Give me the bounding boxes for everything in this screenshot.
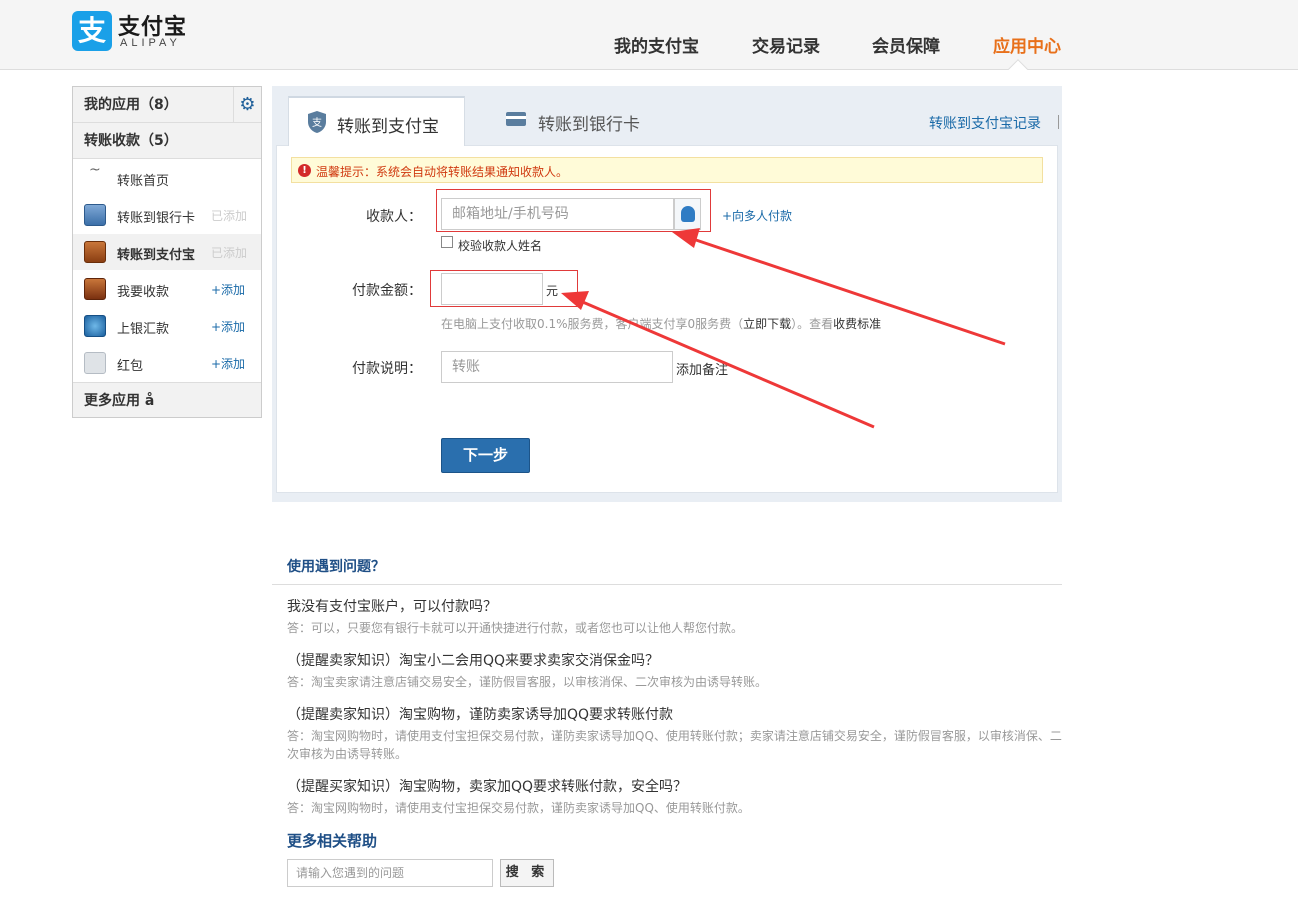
sidebar-item-to-bank[interactable]: 转账到银行卡 已添加 bbox=[73, 197, 261, 233]
tab-to-alipay-label[interactable]: 转账到支付宝 bbox=[337, 112, 439, 137]
divider bbox=[1058, 115, 1059, 129]
warning-icon: ! bbox=[298, 164, 311, 177]
divider bbox=[272, 584, 1062, 585]
add-link[interactable]: +添加 bbox=[211, 318, 245, 335]
bank-card-icon bbox=[84, 204, 106, 226]
annotation-box-payee bbox=[436, 189, 711, 232]
sidebar-item-label: 转账到银行卡 bbox=[117, 211, 196, 226]
shield-icon: 支 bbox=[308, 111, 326, 133]
sidebar-item-remittance[interactable]: 上银汇款 +添加 bbox=[73, 308, 261, 344]
payee-label: 收款人： bbox=[366, 209, 422, 225]
add-link[interactable]: +添加 bbox=[211, 281, 245, 298]
download-link[interactable]: 立即下载 bbox=[743, 317, 791, 331]
svg-text:支: 支 bbox=[312, 117, 322, 129]
sidebar-item-to-alipay[interactable]: 转账到支付宝 已添加 bbox=[73, 234, 261, 270]
nav-member-protection[interactable]: 会员保障 bbox=[872, 32, 940, 57]
note-label: 付款说明： bbox=[352, 361, 422, 377]
alipay-logo-icon[interactable]: 支 bbox=[72, 11, 112, 51]
faq-question[interactable]: （提醒买家知识）淘宝购物，卖家加QQ要求转账付款，安全吗？ bbox=[287, 776, 687, 796]
faq-question[interactable]: （提醒卖家知识）淘宝小二会用QQ来要求卖家交消保金吗？ bbox=[287, 650, 659, 670]
alipay-transfer-icon bbox=[84, 241, 106, 263]
header: 支 支付宝 ALIPAY 我的支付宝 交易记录 会员保障 应用中心 bbox=[0, 0, 1298, 79]
logo-text-en: ALIPAY bbox=[120, 37, 181, 49]
notice-banner: ! 温馨提示：系统会自动将转账结果通知收款人。 bbox=[291, 157, 1043, 183]
sidebar-item-label: 我要收款 bbox=[117, 285, 170, 300]
verify-name-checkbox[interactable] bbox=[441, 236, 453, 248]
multi-pay-link[interactable]: +向多人付款 bbox=[722, 207, 792, 224]
fee-standard-link[interactable]: 收费标准 bbox=[833, 317, 881, 331]
sidebar-my-apps[interactable]: 我的应用（8） ⚙ bbox=[73, 87, 261, 123]
sidebar: 我的应用（8） ⚙ 转账收款（5） ~ 转账首页 转账到银行卡 已添加 转账到支… bbox=[72, 86, 262, 418]
faq-question[interactable]: （提醒卖家知识）淘宝购物，谨防卖家诱导加QQ要求转账付款 bbox=[287, 704, 673, 724]
bank-card-icon bbox=[506, 112, 526, 126]
tab-to-bank[interactable]: 转账到银行卡 bbox=[538, 110, 640, 135]
nav-app-center[interactable]: 应用中心 bbox=[993, 32, 1061, 57]
receive-money-icon bbox=[84, 278, 106, 300]
more-help-link[interactable]: 更多相关帮助 bbox=[287, 830, 377, 851]
remittance-icon bbox=[84, 315, 106, 337]
fee-text-2: ）。查看 bbox=[791, 317, 834, 331]
tilde-icon: ~ bbox=[89, 162, 101, 178]
note-input[interactable]: 转账 bbox=[441, 351, 673, 383]
next-step-button[interactable]: 下一步 bbox=[441, 438, 530, 473]
nav-my-alipay[interactable]: 我的支付宝 bbox=[614, 32, 699, 57]
sidebar-item-label: 上银汇款 bbox=[117, 322, 170, 337]
nav-transactions[interactable]: 交易记录 bbox=[752, 32, 820, 57]
sidebar-my-apps-label: 我的应用（8） bbox=[84, 97, 178, 113]
annotation-box-amount bbox=[430, 270, 578, 307]
sidebar-transfer-group[interactable]: 转账收款（5） bbox=[73, 123, 261, 159]
faq-answer: 答：淘宝网购物时，请使用支付宝担保交易付款，谨防卖家诱导加QQ、使用转账付款。 bbox=[287, 801, 750, 815]
sidebar-item-red-envelope[interactable]: 红包 +添加 bbox=[73, 345, 261, 381]
faq-answer: 答：淘宝网购物时，请使用支付宝担保交易付款，谨防卖家诱导加QQ、使用转账付款；卖… bbox=[287, 729, 1062, 761]
nav-active-caret bbox=[1008, 59, 1028, 79]
verify-name-label[interactable]: 校验收款人姓名 bbox=[458, 237, 542, 254]
fee-text: 在电脑上支付收取0.1%服务费，客户端支付享0服务费（ bbox=[441, 317, 744, 331]
add-link[interactable]: +添加 bbox=[211, 355, 245, 372]
sidebar-item-label: 红包 bbox=[117, 359, 144, 374]
faq-answer: 答：可以，只要您有银行卡就可以开通快捷进行付款，或者您也可以让他人帮您付款。 bbox=[287, 621, 744, 635]
faq-answer: 答：淘宝卖家请注意店铺交易安全，谨防假冒客服，以审核消保、二次审核为由诱导转账。 bbox=[287, 675, 768, 689]
sidebar-item-label: 转账首页 bbox=[117, 174, 170, 189]
transfer-record-link[interactable]: 转账到支付宝记录 bbox=[929, 113, 1041, 133]
help-search-input[interactable]: 请输入您遇到的问题 bbox=[287, 859, 493, 887]
sidebar-more-apps[interactable]: 更多应用 å bbox=[73, 382, 261, 417]
amount-label: 付款金额： bbox=[352, 283, 422, 299]
red-envelope-icon bbox=[84, 352, 106, 374]
help-title: 使用遇到问题？ bbox=[287, 559, 385, 575]
help-search-button[interactable]: 搜 索 bbox=[500, 859, 554, 887]
status-added: 已添加 bbox=[211, 209, 248, 223]
gear-icon[interactable]: ⚙ bbox=[233, 87, 261, 123]
sidebar-item-receive[interactable]: 我要收款 +添加 bbox=[73, 271, 261, 307]
fee-info: 在电脑上支付收取0.1%服务费，客户端支付享0服务费（立即下载）。查看收费标准 bbox=[441, 315, 881, 332]
sidebar-item-transfer-home[interactable]: ~ 转账首页 bbox=[73, 160, 261, 196]
sidebar-item-label: 转账到支付宝 bbox=[117, 248, 196, 263]
status-added: 已添加 bbox=[211, 246, 248, 260]
notice-text: 温馨提示：系统会自动将转账结果通知收款人。 bbox=[316, 165, 569, 179]
add-note-link[interactable]: 添加备注 bbox=[676, 359, 728, 378]
faq-question[interactable]: 我没有支付宝账户，可以付款吗？ bbox=[287, 596, 497, 616]
